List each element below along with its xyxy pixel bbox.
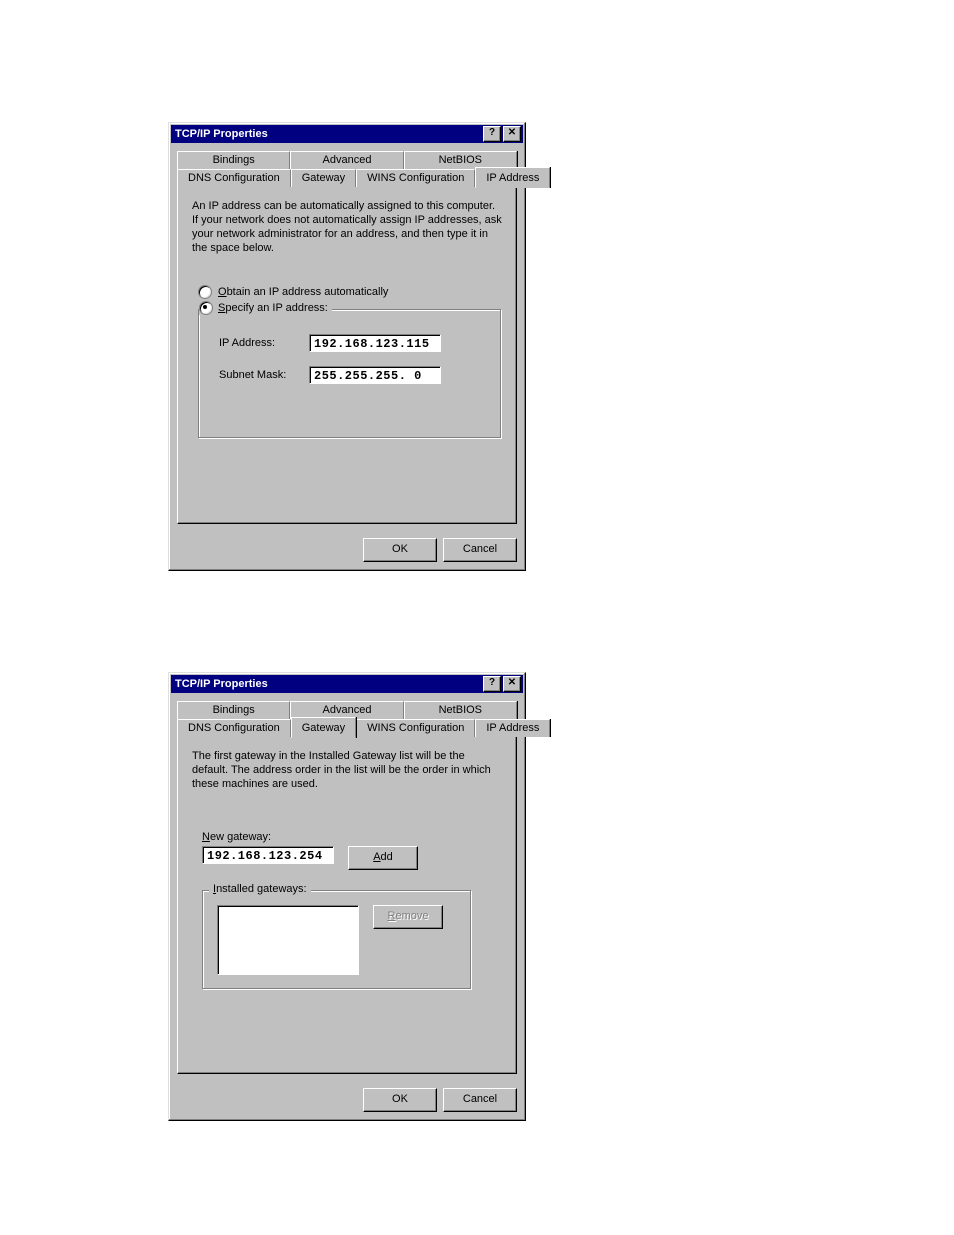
- close-button[interactable]: ✕: [503, 126, 521, 142]
- radio-obtain-auto[interactable]: [198, 285, 212, 299]
- dialog-button-row: OK Cancel: [169, 532, 525, 570]
- tabs-front-row: DNS Configuration Gateway WINS Configura…: [177, 169, 517, 187]
- radio-obtain-row[interactable]: Obtain an IP address automatically: [198, 285, 502, 299]
- tab-netbios[interactable]: NetBIOS: [404, 701, 517, 719]
- tab-wins-configuration[interactable]: WINS Configuration: [356, 169, 475, 187]
- tab-panel-gateway: The first gateway in the Installed Gatew…: [177, 736, 517, 1074]
- close-button[interactable]: ✕: [503, 676, 521, 692]
- description-text: An IP address can be automatically assig…: [192, 199, 502, 255]
- ok-button[interactable]: OK: [363, 538, 437, 562]
- dialog-button-row: OK Cancel: [169, 1082, 525, 1120]
- cancel-button[interactable]: Cancel: [443, 1088, 517, 1112]
- help-button[interactable]: ?: [483, 126, 501, 142]
- tab-bindings[interactable]: Bindings: [177, 701, 290, 719]
- radio-specify-ip[interactable]: [199, 301, 213, 315]
- tcpip-properties-dialog-gateway: TCP/IP Properties ? ✕ Bindings Advanced …: [168, 672, 526, 1121]
- description-text: The first gateway in the Installed Gatew…: [192, 749, 502, 791]
- new-gateway-label: New gateway:: [202, 831, 502, 843]
- radio-specify-legend[interactable]: Specify an IP address:: [199, 301, 332, 315]
- tab-gateway[interactable]: Gateway: [291, 717, 356, 738]
- titlebar[interactable]: TCP/IP Properties ? ✕: [171, 675, 523, 693]
- dialog-body: Bindings Advanced NetBIOS DNS Configurat…: [169, 695, 525, 1082]
- add-button[interactable]: Add: [348, 846, 418, 870]
- tcpip-properties-dialog-ipaddress: TCP/IP Properties ? ✕ Bindings Advanced …: [168, 122, 526, 571]
- tab-gateway[interactable]: Gateway: [291, 169, 356, 187]
- installed-gateways-list[interactable]: [217, 905, 359, 975]
- tab-wins-configuration[interactable]: WINS Configuration: [356, 719, 475, 737]
- tab-ip-address[interactable]: IP Address: [475, 719, 550, 737]
- tab-bindings[interactable]: Bindings: [177, 151, 290, 169]
- subnet-mask-label: Subnet Mask:: [219, 369, 309, 381]
- window-title: TCP/IP Properties: [173, 678, 481, 690]
- titlebar[interactable]: TCP/IP Properties ? ✕: [171, 125, 523, 143]
- installed-gateways-groupbox: Installed gateways: Remove: [202, 890, 472, 990]
- subnet-mask-input[interactable]: 255.255.255. 0: [309, 366, 441, 384]
- ip-address-input[interactable]: 192.168.123.115: [309, 334, 441, 352]
- tab-ip-address[interactable]: IP Address: [475, 167, 550, 188]
- ok-button[interactable]: OK: [363, 1088, 437, 1112]
- radio-obtain-label: Obtain an IP address automatically: [218, 286, 388, 298]
- dialog-body: Bindings Advanced NetBIOS DNS Configurat…: [169, 145, 525, 532]
- tab-dns-configuration[interactable]: DNS Configuration: [177, 719, 291, 737]
- specify-ip-groupbox: Specify an IP address: IP Address: 192.1…: [198, 309, 502, 439]
- remove-button[interactable]: Remove: [373, 905, 443, 929]
- tabs-back-row: Bindings Advanced NetBIOS: [177, 151, 517, 169]
- tabs-front-row: DNS Configuration Gateway WINS Configura…: [177, 719, 517, 737]
- tab-dns-configuration[interactable]: DNS Configuration: [177, 169, 291, 187]
- cancel-button[interactable]: Cancel: [443, 538, 517, 562]
- tab-panel-ip-address: An IP address can be automatically assig…: [177, 186, 517, 524]
- tab-advanced[interactable]: Advanced: [290, 151, 403, 169]
- help-button[interactable]: ?: [483, 676, 501, 692]
- window-title: TCP/IP Properties: [173, 128, 481, 140]
- radio-specify-label: Specify an IP address:: [218, 302, 328, 314]
- installed-gateways-label: Installed gateways:: [209, 883, 311, 895]
- ip-address-label: IP Address:: [219, 337, 309, 349]
- new-gateway-input[interactable]: 192.168.123.254: [202, 846, 334, 864]
